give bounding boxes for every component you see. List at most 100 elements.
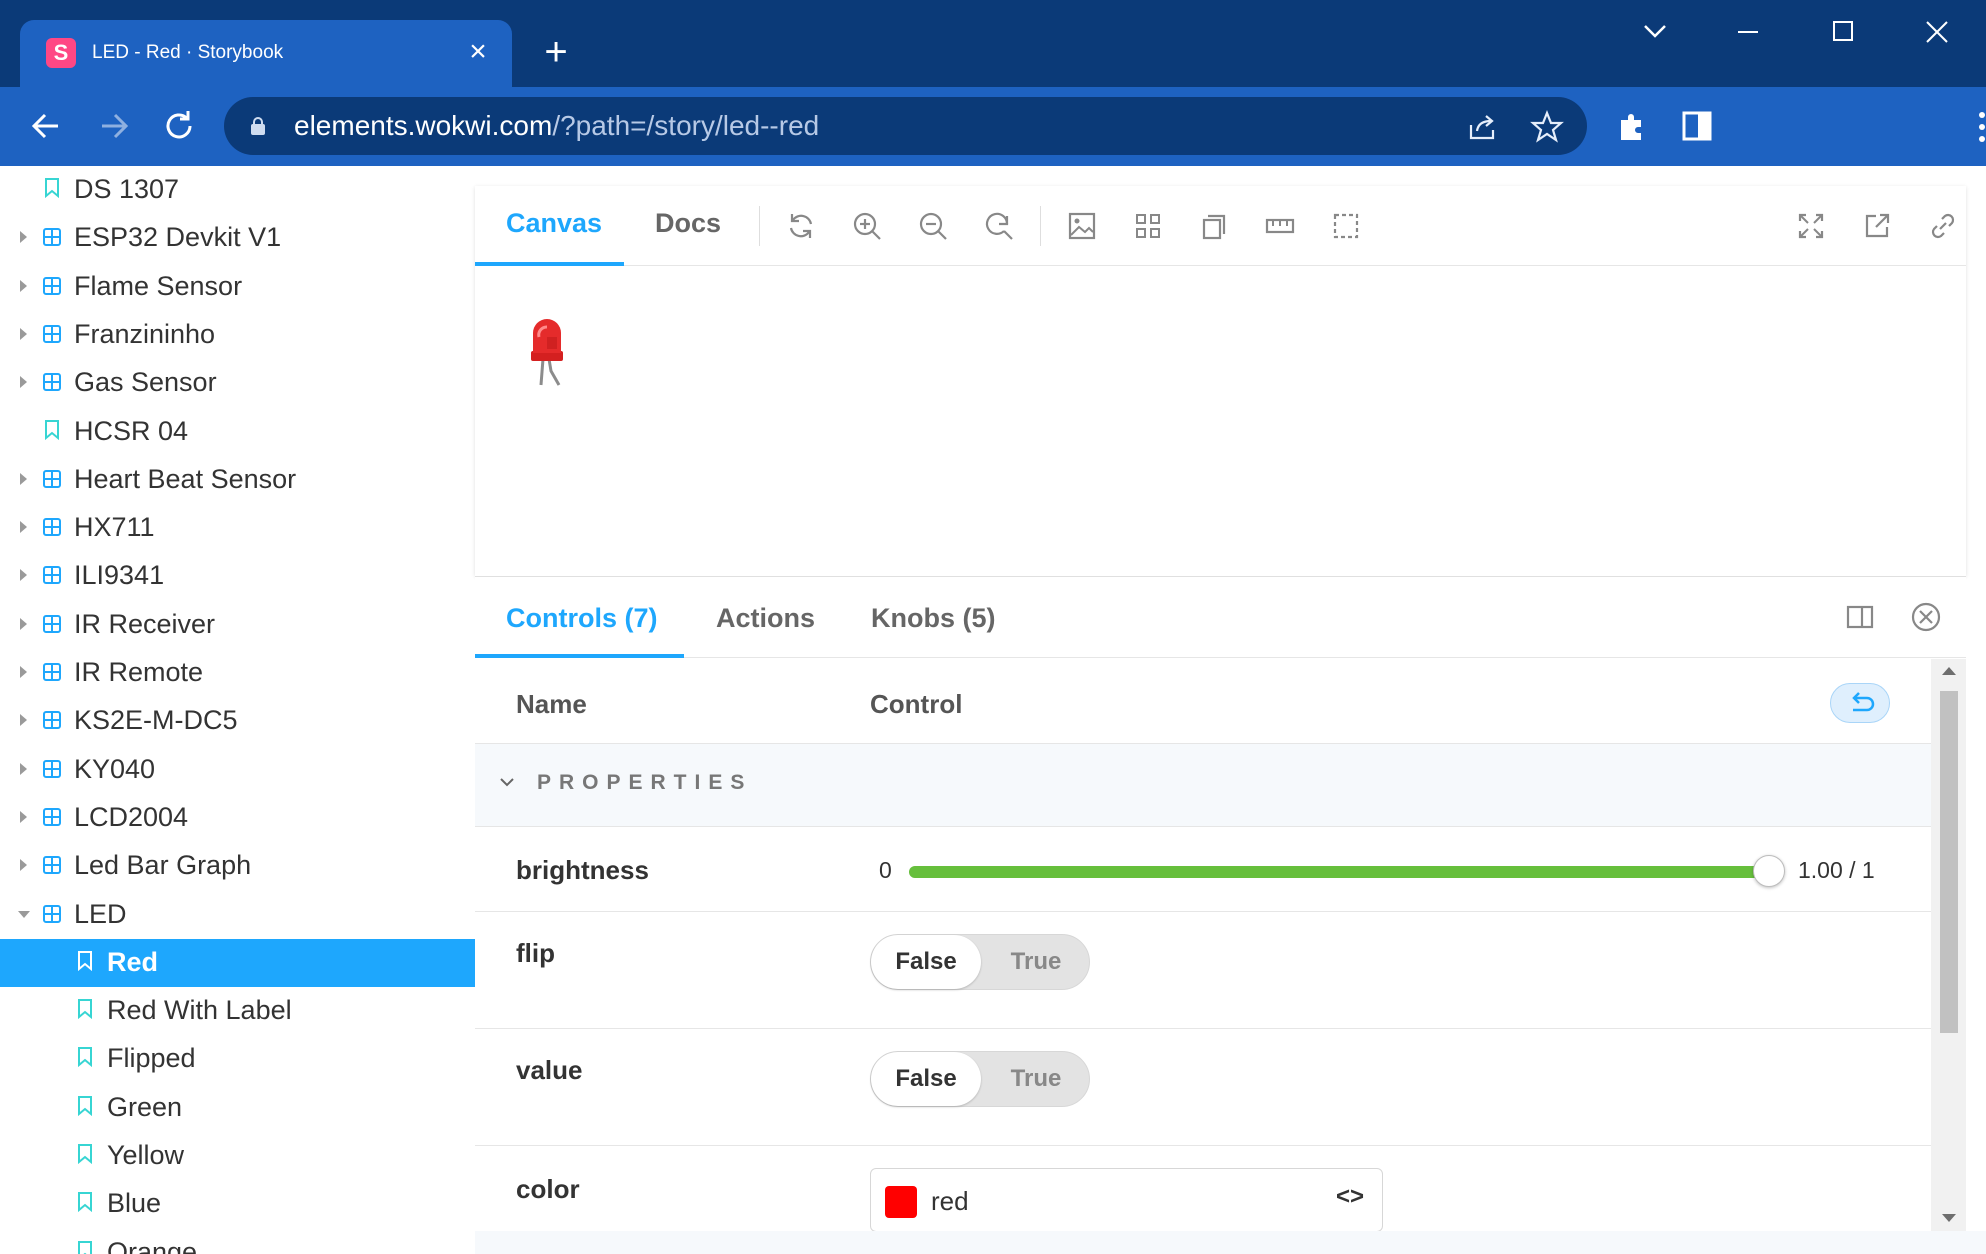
sidebar-item-label: ILI9341 [74,560,165,591]
sidebar-item-heart-beat-sensor[interactable]: Heart Beat Sensor [0,456,475,504]
copy-link-icon[interactable] [1925,208,1961,244]
toggle-true-option[interactable]: True [981,935,1091,989]
storybook-sidebar: DS 1307 ESP32 Devkit V1 Flame Sensor Franzi… [0,166,475,1254]
browser-tab[interactable]: S LED - Red · Storybook × [20,20,512,87]
control-name: brightness [516,855,649,885]
color-picker-input[interactable]: red <> [870,1168,1383,1232]
sidebar-item-hcsr-04[interactable]: HCSR 04 [0,408,475,456]
code-toggle-icon[interactable]: <> [1336,1183,1364,1211]
minimize-icon[interactable] [1718,12,1778,52]
forward-icon[interactable] [90,103,136,149]
share-icon[interactable] [1464,109,1500,145]
sidebar-item-blue[interactable]: Blue [0,1180,475,1228]
open-new-tab-icon[interactable] [1859,208,1895,244]
story-canvas[interactable] [475,267,1966,576]
sidebar-item-green[interactable]: Green [0,1084,475,1132]
toggle-false-option[interactable]: False [871,935,981,989]
expand-right-arrow-icon[interactable] [20,762,27,775]
sidebar-item-franzininho[interactable]: Franzininho [0,311,475,359]
color-swatch[interactable] [885,1186,917,1218]
sidebar-item-flame-sensor[interactable]: Flame Sensor [0,263,475,311]
slider-thumb[interactable] [1753,855,1785,887]
back-icon[interactable] [24,103,70,149]
sidebar-item-yellow[interactable]: Yellow [0,1132,475,1180]
expand-right-arrow-icon[interactable] [20,376,27,389]
expand-right-arrow-icon[interactable] [20,810,27,823]
sidebar-item-ks2e-m-dc5[interactable]: KS2E-M-DC5 [0,697,475,745]
sidebar-item-ky040[interactable]: KY040 [0,746,475,794]
zoom-out-icon[interactable] [915,208,951,244]
close-panel-icon[interactable] [1906,597,1946,637]
expand-down-arrow-icon[interactable] [18,910,30,918]
bookmark-star-icon[interactable] [1529,109,1565,145]
expand-right-arrow-icon[interactable] [20,617,27,630]
sidebar-item-hx711[interactable]: HX711 [0,504,475,552]
sidebar-item-led-bar-graph[interactable]: Led Bar Graph [0,842,475,890]
sidebar-item-flipped[interactable]: Flipped [0,1035,475,1083]
brightness-slider[interactable] [909,855,1785,887]
window-close-icon[interactable] [1907,12,1967,52]
menu-dots-icon[interactable] [1978,111,1986,143]
address-bar[interactable]: elements.wokwi.com/?path=/story/led--red [224,97,1587,155]
scroll-up-arrow-icon[interactable] [1942,667,1956,675]
sidebar-item-ds-1307[interactable]: DS 1307 [0,166,475,214]
background-icon[interactable] [1064,208,1100,244]
expand-right-arrow-icon[interactable] [20,327,27,340]
value-toggle[interactable]: False True [870,1051,1090,1107]
component-icon [43,324,61,343]
sidebar-item-ir-receiver[interactable]: IR Receiver [0,601,475,649]
viewport-icon[interactable] [1196,208,1232,244]
sidebar-item-gas-sensor[interactable]: Gas Sensor [0,359,475,407]
expand-right-arrow-icon[interactable] [20,569,27,582]
tab-docs[interactable]: Docs [655,208,721,239]
sidebar-item-esp32-devkit-v1[interactable]: ESP32 Devkit V1 [0,214,475,262]
zoom-in-icon[interactable] [849,208,885,244]
expand-right-arrow-icon[interactable] [20,279,27,292]
side-panel-icon[interactable] [1676,105,1718,147]
expand-right-arrow-icon[interactable] [20,714,27,727]
tab-search-chevron-icon[interactable] [1625,12,1685,52]
zoom-reset-icon[interactable] [981,208,1017,244]
sidebar-item-orange[interactable]: Orange [0,1229,475,1254]
panel-orientation-icon[interactable] [1840,597,1880,637]
tab-actions[interactable]: Actions [716,603,815,634]
sidebar-item-red-with-label[interactable]: Red With Label [0,987,475,1035]
component-icon [43,663,61,681]
flip-toggle[interactable]: False True [870,934,1090,990]
grid-icon[interactable] [1130,208,1166,244]
sidebar-item-label: Led Bar Graph [74,850,252,881]
tab-canvas[interactable]: Canvas [506,208,602,239]
tab-controls[interactable]: Controls (7) [506,603,658,634]
fullscreen-icon[interactable] [1793,208,1829,244]
sidebar-item-red[interactable]: Red [0,938,475,987]
toggle-true-option[interactable]: True [981,1052,1091,1106]
reload-icon[interactable] [783,208,819,244]
sidebar-item-ir-remote[interactable]: IR Remote [0,649,475,697]
sidebar-item-label: Franzininho [74,318,216,349]
expand-right-arrow-icon[interactable] [20,521,27,534]
scroll-down-arrow-icon[interactable] [1942,1214,1956,1222]
url-text[interactable]: elements.wokwi.com/?path=/story/led--red [294,110,819,142]
properties-section-header[interactable]: PROPERTIES [475,743,1931,827]
measure-icon[interactable] [1262,208,1298,244]
expand-right-arrow-icon[interactable] [20,666,27,678]
sidebar-item-led[interactable]: LED [0,891,475,939]
controls-scrollbar[interactable] [1931,659,1966,1232]
tab-close-icon[interactable]: × [460,34,496,70]
sidebar-item-lcd2004[interactable]: LCD2004 [0,794,475,842]
expand-right-arrow-icon[interactable] [20,472,27,485]
red-led-component[interactable] [527,315,567,387]
extensions-icon[interactable] [1612,105,1654,147]
tab-knobs[interactable]: Knobs (5) [871,603,996,634]
sidebar-item-ili9341[interactable]: ILI9341 [0,552,475,600]
toggle-false-option[interactable]: False [871,1052,981,1106]
reset-controls-button[interactable] [1830,683,1890,723]
maximize-icon[interactable] [1813,12,1873,52]
scrollbar-thumb[interactable] [1940,691,1958,1033]
expand-right-arrow-icon[interactable] [20,231,27,244]
reload-page-icon[interactable] [156,103,202,149]
new-tab-icon[interactable]: + [536,32,576,72]
expand-right-arrow-icon[interactable] [20,859,27,872]
outline-icon[interactable] [1328,208,1364,244]
lock-icon [251,117,265,135]
